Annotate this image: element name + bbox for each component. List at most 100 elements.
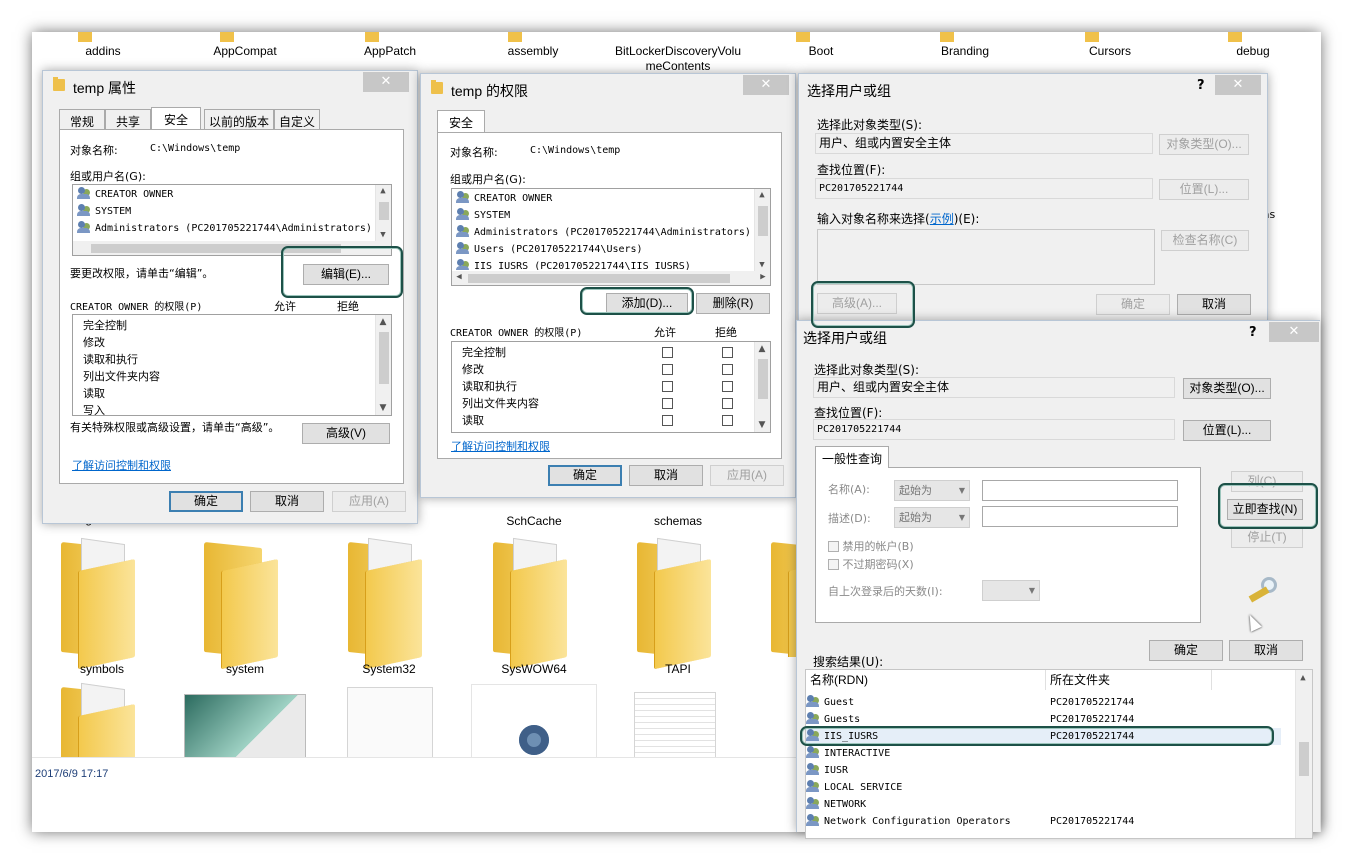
locations-button[interactable]: 位置(L)... (1183, 420, 1271, 441)
deny-checkbox[interactable] (722, 415, 733, 426)
close-icon[interactable]: ✕ (1269, 322, 1319, 342)
tab-common-queries[interactable]: 一般性查询 (815, 446, 889, 468)
scroll-thumb[interactable] (1299, 742, 1309, 776)
name-input[interactable] (982, 480, 1178, 501)
cancel-button[interactable]: 取消 (1177, 294, 1251, 315)
list-item[interactable]: SYSTEM (456, 207, 510, 224)
close-icon[interactable]: ✕ (743, 75, 789, 95)
user-list[interactable]: CREATOR OWNER SYSTEM Administrators (PC2… (72, 184, 392, 256)
find-now-button[interactable]: 立即查找(N) (1227, 499, 1303, 520)
scroll-thumb[interactable] (379, 202, 389, 220)
title-bar[interactable]: temp 的权限 ✕ (421, 74, 795, 104)
disabled-accounts-option[interactable]: 禁用的帐户(B) (828, 538, 914, 554)
allow-checkbox[interactable] (662, 398, 673, 409)
deny-checkbox[interactable] (722, 364, 733, 375)
table-row[interactable]: IUSR (806, 762, 1281, 779)
help-icon[interactable]: ? (1197, 78, 1205, 93)
apply-button[interactable]: 应用(A) (710, 465, 784, 486)
title-bar[interactable]: temp 属性 ✕ (43, 71, 417, 101)
vertical-scrollbar[interactable]: ▲ (1295, 670, 1312, 838)
scroll-down-icon[interactable]: ▼ (755, 260, 769, 270)
cancel-button[interactable]: 取消 (1229, 640, 1303, 661)
vertical-scrollbar[interactable]: ▲ ▼ (375, 185, 391, 241)
table-row-selected[interactable]: IIS_IUSRS PC201705221744 (806, 728, 1281, 745)
folder-tapi[interactable]: TAPI (623, 537, 733, 677)
user-list[interactable]: CREATOR OWNER SYSTEM Administrators (PC2… (451, 188, 771, 286)
allow-checkbox[interactable] (662, 415, 673, 426)
days-since-logon-select[interactable]: ▼ (982, 580, 1040, 601)
learn-access-control-link[interactable]: 了解访问控制和权限 (451, 438, 550, 454)
deny-checkbox[interactable] (722, 347, 733, 358)
list-item[interactable]: IIS_IUSRS (PC201705221744\IIS_IUSRS) (456, 258, 691, 270)
vertical-scrollbar[interactable]: ▲ ▼ (754, 342, 770, 432)
scroll-thumb[interactable] (758, 359, 768, 399)
no-expire-checkbox[interactable] (828, 559, 839, 570)
folder-assembly[interactable]: assembly (478, 32, 588, 72)
list-item[interactable]: CREATOR OWNER (77, 186, 173, 203)
object-types-button[interactable]: 对象类型(O)... (1159, 134, 1249, 155)
ok-button[interactable]: 确定 (1149, 640, 1223, 661)
list-item[interactable]: SYSTEM (77, 203, 131, 220)
tab-security[interactable]: 安全 (151, 107, 201, 129)
deny-checkbox[interactable] (722, 381, 733, 392)
scroll-down-icon[interactable]: ▼ (376, 403, 390, 413)
folder-bitlocker[interactable]: BitLockerDiscoveryVolu meContents (608, 32, 748, 76)
title-bar[interactable]: 选择用户或组 ? ✕ (799, 74, 1267, 104)
ok-button[interactable]: 确定 (548, 465, 622, 486)
vertical-scrollbar[interactable]: ▲ ▼ (375, 315, 391, 415)
scroll-thumb[interactable] (468, 274, 730, 283)
remove-button[interactable]: 删除(R) (696, 293, 770, 314)
allow-checkbox[interactable] (662, 381, 673, 392)
description-input[interactable] (982, 506, 1178, 527)
locations-button[interactable]: 位置(L)... (1159, 179, 1249, 200)
folder-system[interactable]: system (190, 537, 300, 677)
folder-branding[interactable]: Branding (910, 32, 1020, 72)
folder-addins[interactable]: addins (48, 32, 158, 72)
folder-symbols[interactable]: symbols (47, 537, 157, 677)
close-icon[interactable]: ✕ (363, 72, 409, 92)
list-item[interactable]: CREATOR OWNER (456, 190, 552, 207)
tab-security[interactable]: 安全 (437, 110, 485, 132)
object-names-input[interactable] (817, 229, 1155, 285)
columns-button[interactable]: 列(C)... (1231, 471, 1303, 492)
title-bar[interactable]: 选择用户或组 ? ✕ (797, 321, 1320, 351)
learn-access-control-link[interactable]: 了解访问控制和权限 (72, 457, 171, 473)
advanced-button[interactable]: 高级(V) (302, 423, 390, 444)
tab-sharing[interactable]: 共享 (105, 109, 151, 129)
folder-apppatch[interactable]: AppPatch (335, 32, 445, 72)
folder-syswow64[interactable]: SysWOW64 (479, 537, 589, 677)
folder-schemas[interactable]: schemas (623, 514, 733, 530)
table-row[interactable]: LOCAL SERVICE (806, 779, 1281, 796)
name-match-select[interactable]: 起始为 ▼ (894, 480, 970, 501)
check-names-button[interactable]: 检查名称(C) (1161, 230, 1249, 251)
stop-button[interactable]: 停止(T) (1231, 527, 1303, 548)
tab-previous-versions[interactable]: 以前的版本 (204, 109, 274, 129)
column-folder[interactable]: 所在文件夹 (1046, 670, 1212, 690)
scroll-up-icon[interactable]: ▲ (376, 317, 390, 327)
list-item[interactable]: Users (PC201705221744\Users) (456, 241, 643, 258)
ok-button[interactable]: 确定 (169, 491, 243, 512)
description-match-select[interactable]: 起始为 ▼ (894, 507, 970, 528)
scroll-up-icon[interactable]: ▲ (1296, 673, 1310, 683)
deny-checkbox[interactable] (722, 398, 733, 409)
table-row[interactable]: NETWORK (806, 796, 1281, 813)
examples-link[interactable]: 示例 (930, 212, 954, 226)
scroll-left-icon[interactable]: ◀ (452, 272, 466, 282)
no-expire-option[interactable]: 不过期密码(X) (828, 556, 914, 572)
cancel-button[interactable]: 取消 (250, 491, 324, 512)
scroll-down-icon[interactable]: ▼ (376, 230, 390, 240)
folder-schcache[interactable]: SchCache (479, 514, 589, 530)
help-icon[interactable]: ? (1249, 325, 1257, 340)
add-button[interactable]: 添加(D)... (606, 293, 688, 314)
cancel-button[interactable]: 取消 (629, 465, 703, 486)
list-item[interactable]: Administrators (PC201705221744\Administr… (77, 220, 372, 237)
advanced-button[interactable]: 高级(A)... (817, 293, 897, 314)
tab-general[interactable]: 常规 (59, 109, 105, 129)
folder-boot[interactable]: Boot (766, 32, 876, 72)
column-name[interactable]: 名称(RDN) (806, 670, 1046, 690)
scroll-up-icon[interactable]: ▲ (376, 186, 390, 196)
folder-cursors[interactable]: Cursors (1055, 32, 1165, 72)
table-row[interactable]: INTERACTIVE (806, 745, 1281, 762)
allow-checkbox[interactable] (662, 364, 673, 375)
table-row[interactable]: Network Configuration Operators PC2017052… (806, 813, 1281, 830)
